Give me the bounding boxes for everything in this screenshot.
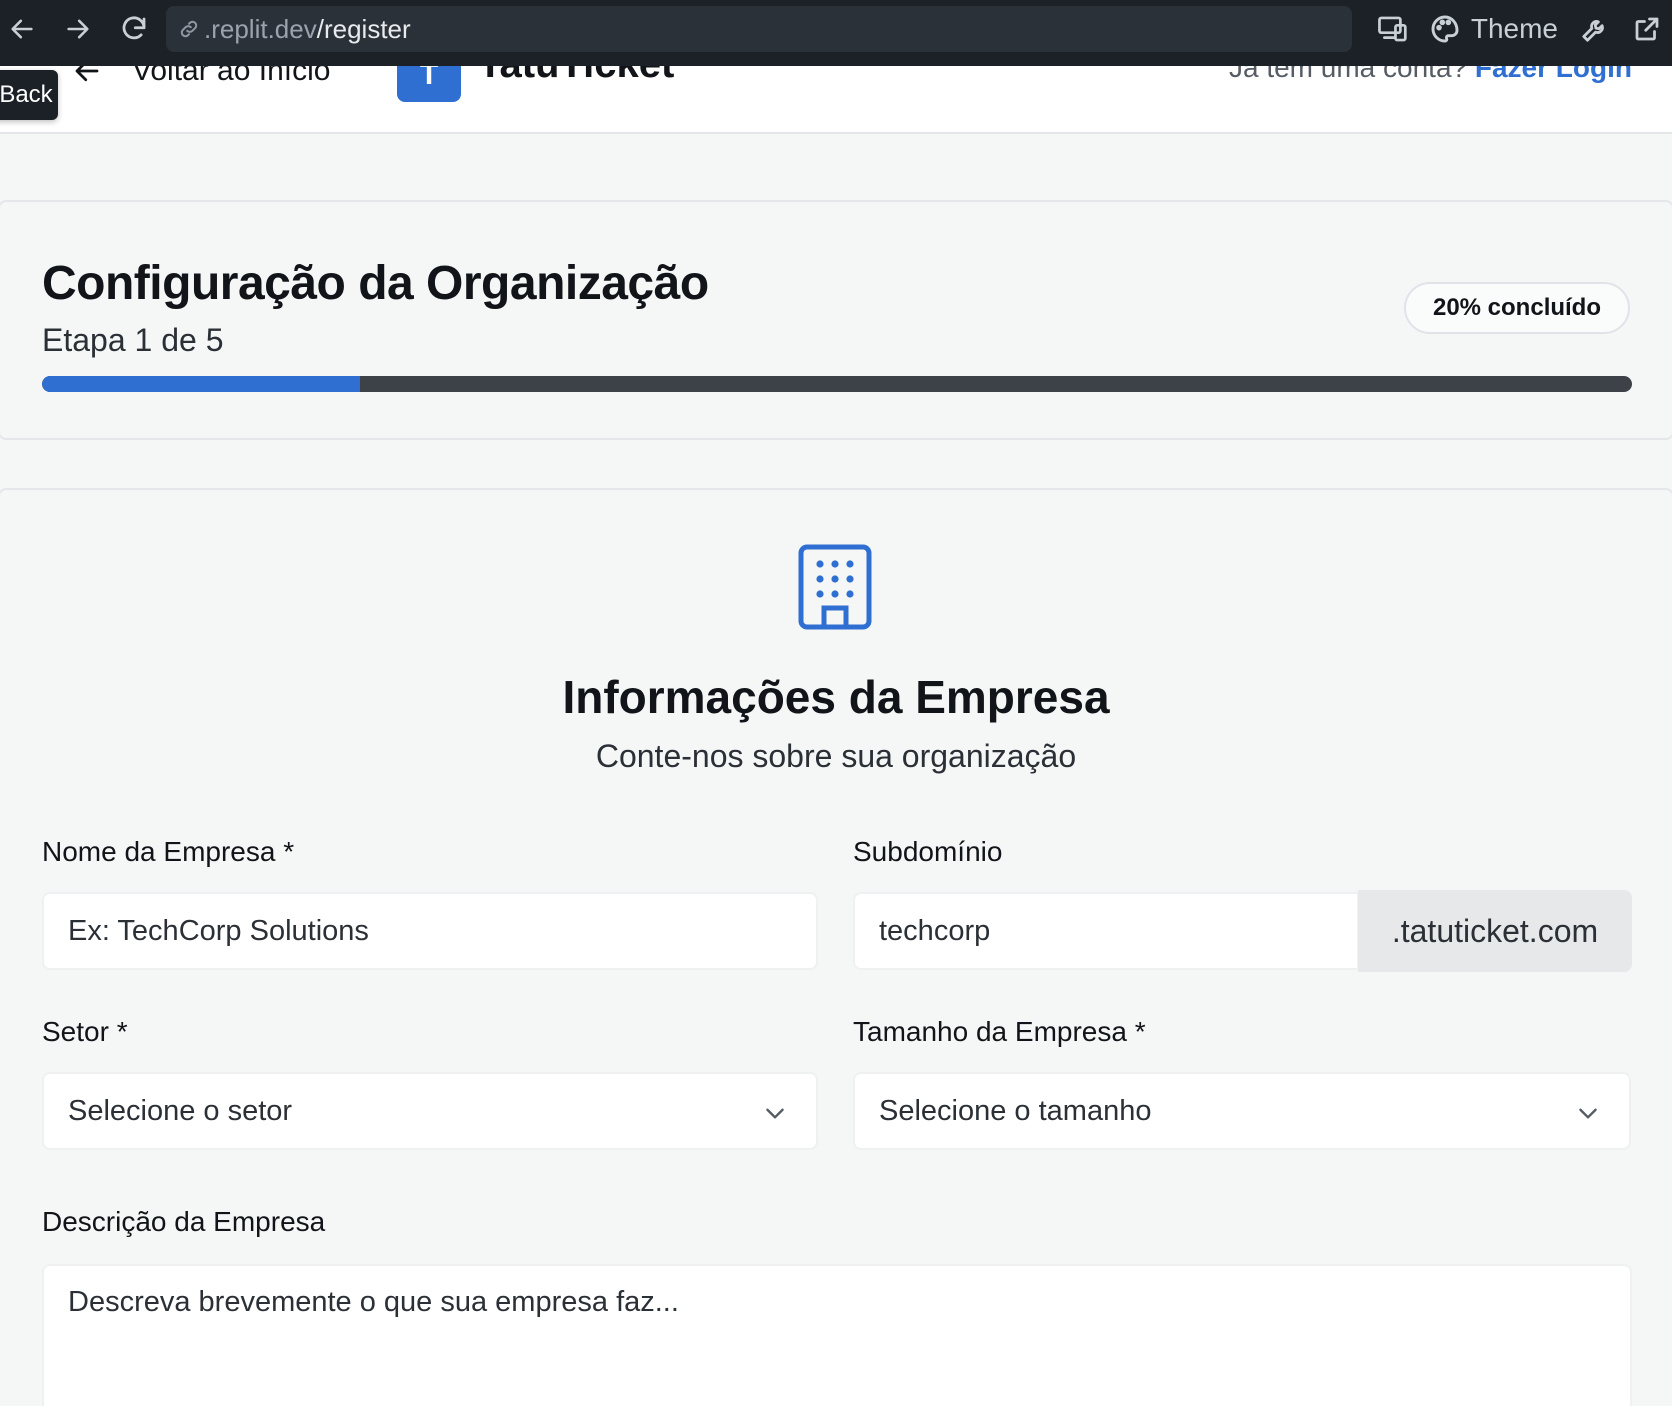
progress-card: Configuração da Organização Etapa 1 de 5… xyxy=(0,200,1672,440)
description-label: Descrição da Empresa xyxy=(42,1206,326,1237)
company-name-label: Nome da Empresa * xyxy=(42,836,295,867)
step-indicator: Etapa 1 de 5 xyxy=(42,322,224,358)
chevron-down-icon xyxy=(1575,1100,1601,1134)
company-size-label: Tamanho da Empresa * xyxy=(853,1016,1146,1047)
logo-mark: T xyxy=(397,62,461,102)
url-path: /register xyxy=(316,13,411,44)
toolbar-right: Theme xyxy=(1377,0,1672,58)
devices-icon[interactable] xyxy=(1377,14,1409,44)
page-title: Configuração da Organização xyxy=(42,257,709,310)
url-host: .replit.dev xyxy=(204,13,317,44)
subdomain-label: Subdomínio xyxy=(853,836,1003,867)
chevron-down-icon xyxy=(762,1100,788,1134)
company-info-card: Informações da Empresa Conte-nos sobre s… xyxy=(0,488,1672,1406)
sector-select-value: Selecione o setor xyxy=(68,1094,293,1127)
forward-arrow-icon[interactable] xyxy=(58,9,98,49)
sector-label: Setor * xyxy=(42,1016,128,1047)
open-external-icon[interactable] xyxy=(1632,14,1662,44)
company-name-input[interactable]: Ex: TechCorp Solutions xyxy=(42,892,818,970)
progress-bar xyxy=(42,376,1632,392)
subdomain-suffix: .tatuticket.com xyxy=(1358,890,1632,972)
section-subtitle: Conte-nos sobre sua organização xyxy=(595,738,1077,774)
wrench-icon[interactable] xyxy=(1580,14,1610,44)
page: .replit.dev/register Theme Voltar ao Iní… xyxy=(0,0,1672,1406)
link-icon xyxy=(178,18,200,40)
sector-select[interactable]: Selecione o setor xyxy=(42,1072,818,1150)
reload-icon[interactable] xyxy=(114,9,154,49)
back-arrow-icon[interactable] xyxy=(2,9,42,49)
description-textarea[interactable]: Descreva brevemente o que sua empresa fa… xyxy=(42,1264,1632,1406)
subdomain-input[interactable]: techcorp xyxy=(853,892,1359,970)
progress-badge: 20% concluído xyxy=(1404,282,1630,334)
building-icon xyxy=(798,544,872,635)
back-button[interactable]: Back xyxy=(0,70,58,120)
browser-toolbar: .replit.dev/register Theme xyxy=(0,0,1672,66)
address-bar[interactable]: .replit.dev/register xyxy=(166,6,1352,52)
theme-button[interactable]: Theme xyxy=(1471,13,1558,45)
progress-bar-fill xyxy=(42,376,360,392)
app-header: Voltar ao Início T TatuTicket Já tem uma… xyxy=(0,62,1672,134)
company-size-select-value: Selecione o tamanho xyxy=(879,1094,1152,1127)
company-size-select[interactable]: Selecione o tamanho xyxy=(853,1072,1631,1150)
section-title: Informações da Empresa xyxy=(562,671,1110,723)
palette-icon[interactable] xyxy=(1429,13,1461,45)
